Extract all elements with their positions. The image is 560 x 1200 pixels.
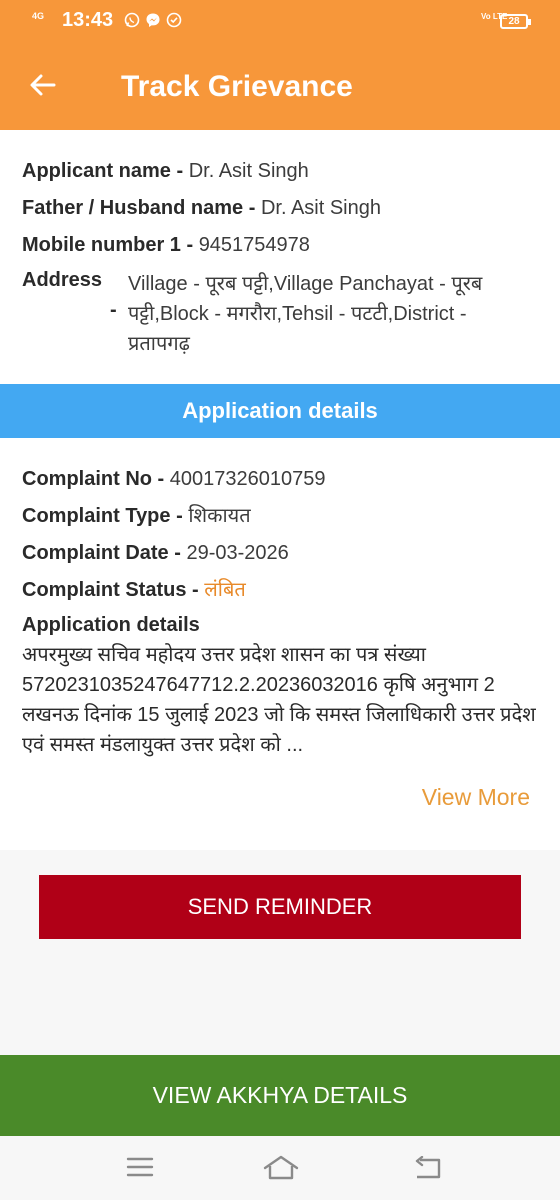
complaint-no-value: 40017326010759 bbox=[169, 468, 326, 490]
system-nav-bar bbox=[0, 1136, 560, 1200]
view-akkhya-details-button[interactable]: VIEW AKKHYA DETAILS bbox=[0, 1055, 560, 1136]
app-bar: Track Grievance bbox=[0, 44, 560, 130]
complaint-no-label: Complaint No bbox=[22, 468, 152, 490]
complaint-status-row: Complaint Status - लंबित bbox=[22, 579, 246, 601]
back-icon[interactable] bbox=[412, 1156, 442, 1180]
application-details-label: Application details bbox=[22, 614, 200, 636]
arrow-left-icon[interactable] bbox=[28, 70, 58, 100]
mobile-row: Mobile number 1 - 9451754978 bbox=[22, 234, 310, 256]
complaint-status-value: लंबित bbox=[204, 579, 246, 601]
complaint-type-label: Complaint Type bbox=[22, 505, 171, 527]
father-name-value: Dr. Asit Singh bbox=[260, 197, 381, 219]
complaint-no-row: Complaint No - 40017326010759 bbox=[22, 468, 326, 490]
address-label: Address bbox=[22, 269, 103, 291]
status-bar: 4G 13:43 Vo LTE 28 bbox=[0, 0, 560, 44]
complaint-type-value: शिकायत bbox=[188, 505, 251, 527]
complaint-date-row: Complaint Date - 29-03-2026 bbox=[22, 542, 289, 564]
clock: 13:43 bbox=[62, 9, 114, 31]
complaint-status-label: Complaint Status bbox=[22, 579, 187, 601]
address-value: Village - पूरब पट्टी,Village Panchayat -… bbox=[128, 273, 483, 355]
father-name-row: Father / Husband name - Dr. Asit Singh bbox=[22, 197, 381, 219]
home-icon[interactable] bbox=[262, 1154, 300, 1180]
application-details-text: अपरमुख्य सचिव महोदय उत्तर प्रदेश शासन का… bbox=[22, 644, 536, 756]
father-name-label: Father / Husband name bbox=[22, 197, 244, 219]
mobile-label: Mobile number 1 bbox=[22, 234, 181, 256]
section-header-application-details: Application details bbox=[0, 384, 560, 438]
network-indicator: 4G bbox=[32, 11, 45, 21]
applicant-name-label: Applicant name bbox=[22, 160, 171, 182]
address-separator: - bbox=[110, 299, 117, 321]
applicant-name-row: Applicant name - Dr. Asit Singh bbox=[22, 160, 309, 182]
mobile-value: 9451754978 bbox=[198, 234, 310, 256]
battery-icon: 28 bbox=[500, 14, 531, 29]
view-more-link[interactable]: View More bbox=[422, 784, 530, 811]
complaint-type-row: Complaint Type - शिकायत bbox=[22, 505, 251, 527]
messenger-icon bbox=[146, 13, 160, 27]
complaint-date-value: 29-03-2026 bbox=[186, 542, 289, 564]
whatsapp-icon bbox=[124, 12, 140, 28]
menu-icon[interactable] bbox=[126, 1156, 154, 1178]
page-title: Track Grievance bbox=[121, 70, 353, 103]
send-reminder-button[interactable]: SEND REMINDER bbox=[39, 875, 521, 939]
clock-check-icon bbox=[166, 12, 182, 28]
applicant-name-value: Dr. Asit Singh bbox=[188, 160, 309, 182]
complaint-date-label: Complaint Date bbox=[22, 542, 169, 564]
